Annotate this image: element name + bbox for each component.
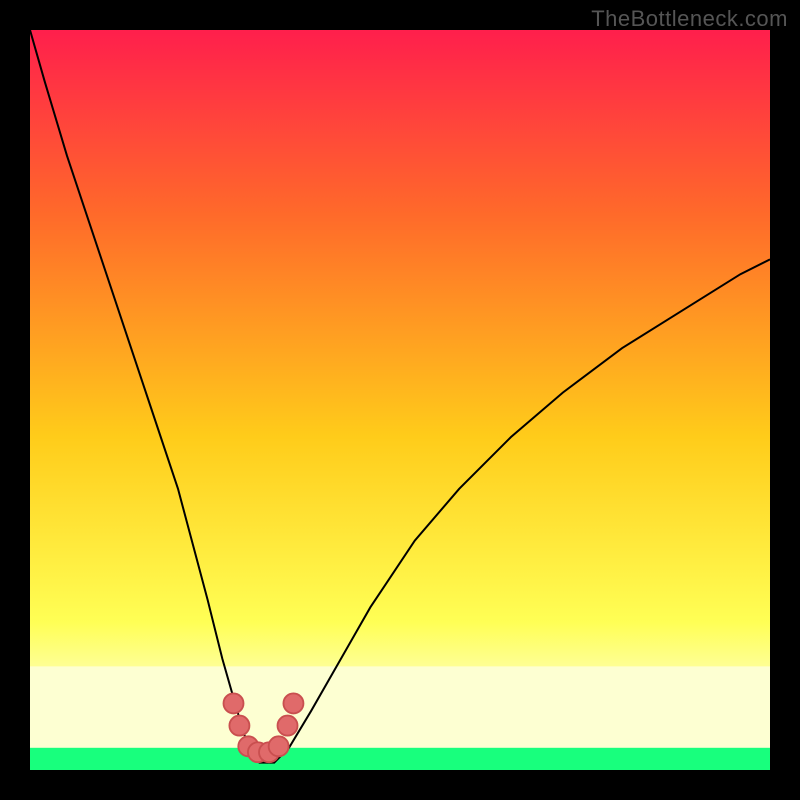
curve-layer	[30, 30, 770, 770]
marker-point	[224, 693, 244, 713]
marker-point	[229, 716, 249, 736]
marker-point	[283, 693, 303, 713]
bottleneck-curve	[30, 30, 770, 763]
highlight-markers	[224, 693, 304, 762]
marker-point	[278, 716, 298, 736]
plot-area	[30, 30, 770, 770]
watermark-text: TheBottleneck.com	[591, 6, 788, 32]
chart-frame: TheBottleneck.com	[0, 0, 800, 800]
marker-point	[269, 736, 289, 756]
